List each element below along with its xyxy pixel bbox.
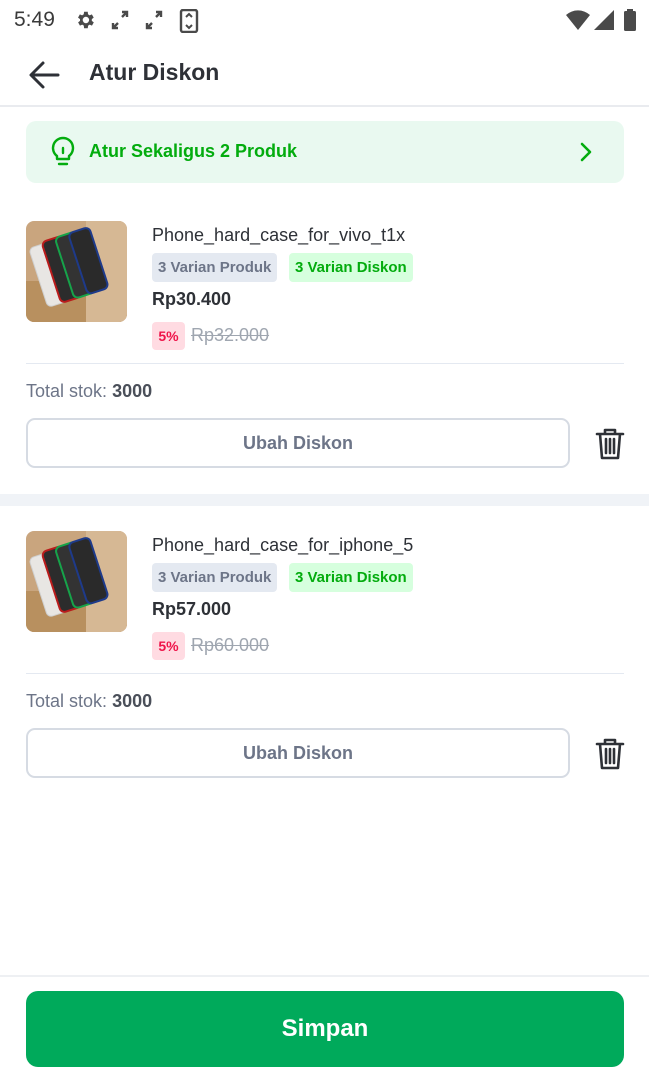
bulk-discount-banner[interactable]: Atur Sekaligus 2 Produk [26, 121, 624, 183]
variant-discount-tag: 3 Varian Diskon [289, 563, 413, 592]
product-image [26, 221, 127, 322]
delete-button[interactable] [595, 737, 625, 771]
stock-label: Total stok: [26, 381, 108, 401]
bottom-bar: Simpan [0, 975, 649, 1075]
variant-count-tag: 3 Varian Produk [152, 253, 278, 282]
stock-value: 3000 [112, 691, 153, 711]
discounted-price: Rp30.400 [152, 289, 232, 309]
stock-value: 3000 [112, 381, 153, 401]
banner-label: Atur Sekaligus 2 Produk [89, 141, 298, 161]
discounted-price: Rp57.000 [152, 599, 232, 619]
back-button[interactable] [24, 54, 66, 96]
battery-icon [624, 9, 636, 31]
wifi-icon [566, 10, 590, 30]
trash-icon [595, 738, 625, 770]
edit-discount-button[interactable]: Ubah Diskon [26, 728, 570, 778]
expand-icon [145, 10, 163, 30]
product-name: Phone_hard_case_for_vivo_t1x [152, 225, 406, 245]
discount-badge: 5% [152, 322, 185, 350]
trash-icon [595, 428, 625, 460]
divider [26, 363, 624, 364]
section-separator [0, 494, 649, 506]
arrow-left-icon [29, 61, 60, 89]
expand-icon [111, 10, 129, 30]
variant-discount-tag: 3 Varian Diskon [289, 253, 413, 282]
variant-count-tag: 3 Varian Produk [152, 563, 278, 592]
discount-badge: 5% [152, 632, 185, 660]
stock-label: Total stok: [26, 691, 108, 711]
stock-info: Total stok: 3000 [26, 691, 152, 712]
page-title: Atur Diskon [89, 59, 220, 85]
stock-info: Total stok: 3000 [26, 381, 152, 402]
signal-icon [594, 10, 614, 30]
save-button[interactable]: Simpan [26, 991, 624, 1067]
original-price: Rp32.000 [191, 325, 270, 345]
app-icon [179, 9, 199, 33]
gear-icon [78, 11, 94, 29]
status-bar: 5:49 [0, 0, 649, 40]
product-name: Phone_hard_case_for_iphone_5 [152, 535, 414, 555]
original-price: Rp60.000 [191, 635, 270, 655]
chevron-right-icon [580, 142, 592, 162]
lightbulb-icon [51, 136, 75, 166]
edit-discount-button[interactable]: Ubah Diskon [26, 418, 570, 468]
product-image [26, 531, 127, 632]
app-bar: Atur Diskon [0, 40, 649, 107]
divider [26, 673, 624, 674]
delete-button[interactable] [595, 427, 625, 461]
status-time: 5:49 [14, 8, 55, 31]
